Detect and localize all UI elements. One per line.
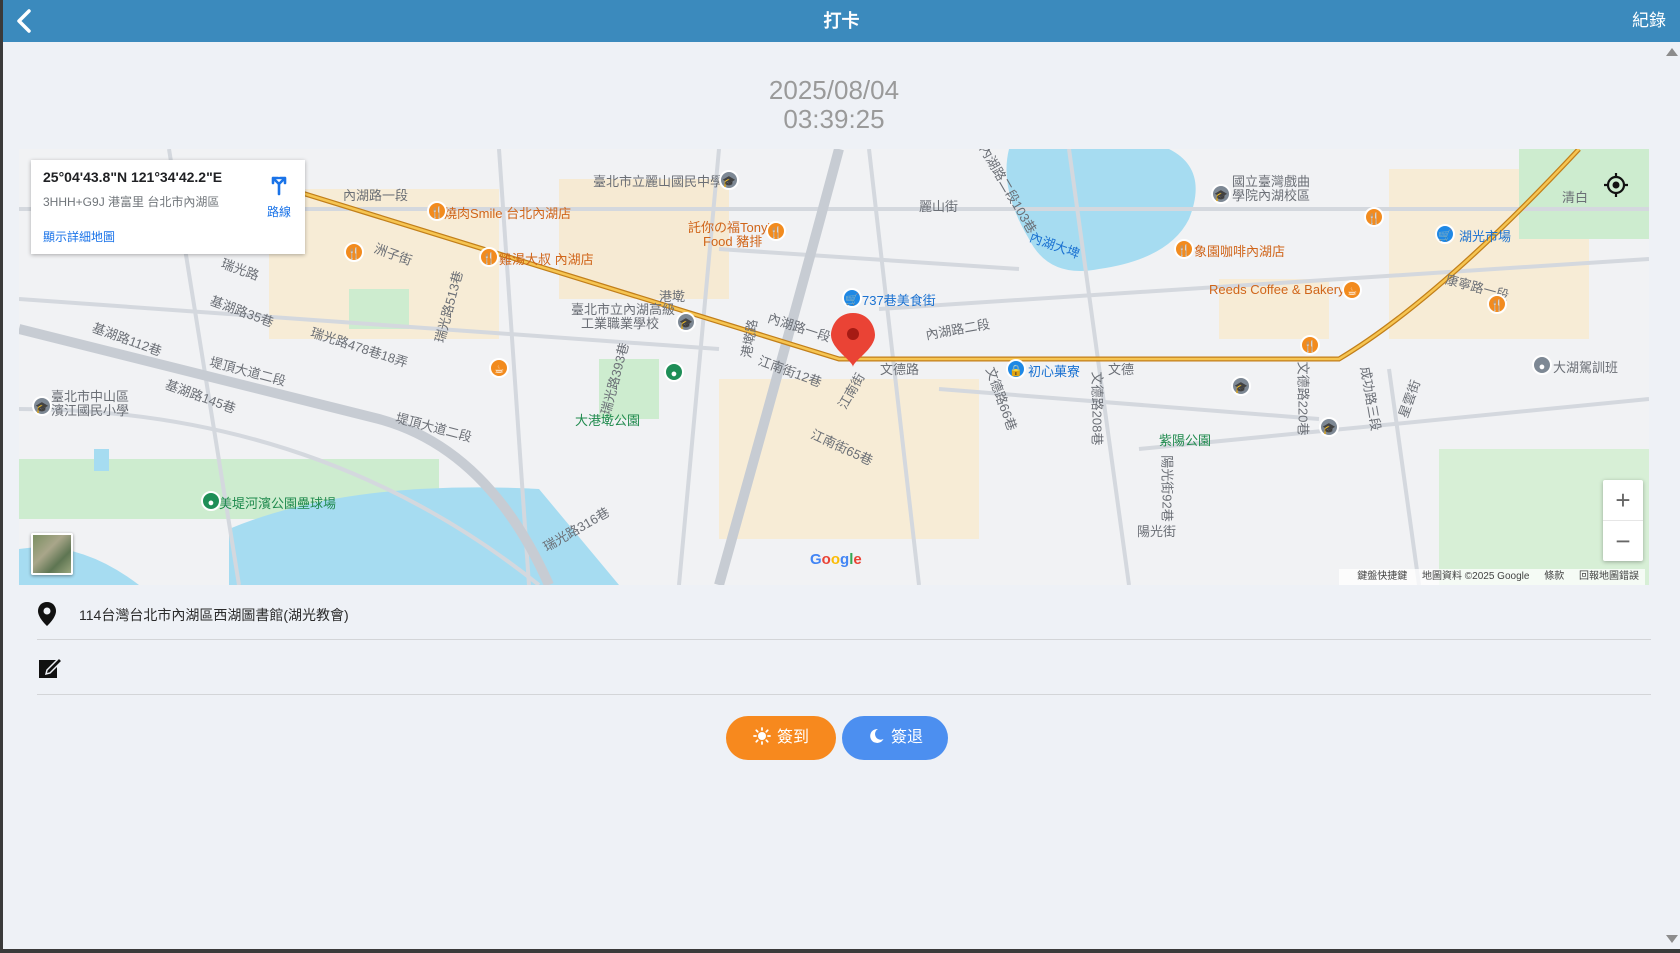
park-marker-icon[interactable]: ●	[664, 362, 684, 382]
school-marker-icon[interactable]: 🎓	[719, 170, 739, 190]
address-text: 114台灣台北市內湖區西湖圖書館(湖光教會)	[79, 607, 349, 623]
zoom-in-button[interactable]: +	[1603, 480, 1643, 521]
check-in-label: 簽到	[776, 729, 809, 746]
school-marker-icon[interactable]: 🎓	[1211, 184, 1231, 204]
google-logo: Google	[810, 551, 862, 568]
map-label-cafe: Reeds Coffee & Bakery	[1209, 282, 1345, 297]
vertical-scrollbar[interactable]	[1663, 42, 1680, 949]
edit-note-icon	[39, 656, 63, 678]
cafe-marker-icon[interactable]: ☕	[1342, 280, 1362, 300]
location-pin-icon	[38, 602, 56, 626]
map-label-area: 清白	[1562, 190, 1589, 205]
map-label-field: 美堤河濱公園壘球場	[219, 496, 337, 511]
map-label-road: 文德路220巷	[1295, 361, 1311, 436]
map-label-restaurant: 燒肉Smile 台北內湖店	[444, 206, 572, 221]
map-label-market: 湖光市場	[1459, 229, 1512, 244]
school-marker-icon[interactable]: ●	[1532, 355, 1552, 375]
restaurant-marker-icon[interactable]: 🍴	[1364, 207, 1384, 227]
map-label-road: 內湖路一段	[343, 188, 409, 203]
address-row: 114台灣台北市內湖區西湖圖書館(湖光教會)	[37, 597, 1651, 640]
terms-link[interactable]: 條款	[1544, 571, 1564, 582]
shop-marker-icon[interactable]: 🔒	[1006, 359, 1026, 379]
my-location-button[interactable]	[1601, 170, 1631, 200]
record-link[interactable]: 紀錄	[1632, 0, 1666, 42]
moon-icon	[870, 729, 884, 744]
map-label-road: 陽光街92巷	[1159, 455, 1175, 522]
cafe-marker-icon[interactable]: ☕	[489, 358, 509, 378]
map-label-road: 文德路	[880, 362, 920, 377]
sun-icon	[753, 727, 771, 746]
map-label-park: 紫陽公園	[1159, 433, 1212, 448]
note-input[interactable]	[37, 651, 1651, 695]
map-label-station: 文德	[1108, 362, 1135, 377]
school-marker-icon[interactable]: 🎓	[676, 312, 696, 332]
map-data-text: 地圖資料 ©2025 Google	[1422, 571, 1530, 582]
plus-code-text: 3HHH+G9J 港富里 台北市內湖區	[43, 195, 220, 209]
check-out-button[interactable]: 簽退	[842, 716, 948, 760]
map-label-school: 學院內湖校區	[1232, 188, 1311, 203]
restaurant-marker-icon[interactable]: 🍴	[479, 247, 499, 267]
map-label-road: 文德路208巷	[1089, 371, 1105, 446]
page-title: 打卡	[823, 11, 860, 31]
restaurant-marker-icon[interactable]: 🍴	[1300, 335, 1320, 355]
map-label-restaurant: Food 豬排	[703, 234, 763, 249]
park-marker-icon[interactable]: ●	[201, 491, 221, 511]
check-in-button[interactable]: 簽到	[726, 716, 836, 760]
current-time: 03:39:25	[783, 104, 885, 134]
map-label-food: 737巷美食街	[862, 293, 936, 308]
map-label-road: 陽光街	[1137, 524, 1177, 539]
map-view[interactable]: 內湖路一段 臺北市立麗山國民中學 國立臺灣戲曲 學院內湖校區 燒肉Smile 台…	[19, 149, 1649, 585]
restaurant-marker-icon[interactable]: 🍴	[427, 201, 447, 221]
restaurant-marker-icon[interactable]: 🍴	[1487, 294, 1507, 314]
map-label-school: 濱江國民小學	[51, 403, 130, 418]
map-label-school: 工業職業學校	[581, 316, 660, 331]
map-label-school: 大湖駕訓班	[1553, 360, 1619, 375]
map-label-school: 臺北市立麗山國民中學	[593, 174, 724, 189]
map-label-road: 麗山街	[919, 199, 959, 214]
app-window: 打卡 紀錄 2025/08/04 03:39:25 內湖路一段 臺北市立麗山國民…	[3, 0, 1680, 949]
view-larger-map-link[interactable]: 顯示詳細地圖	[43, 228, 115, 245]
satellite-layer-toggle[interactable]	[31, 533, 73, 575]
scroll-down-arrow-icon[interactable]	[1666, 935, 1678, 943]
check-out-label: 簽退	[890, 729, 923, 746]
zoom-control: + −	[1603, 480, 1643, 561]
restaurant-marker-icon[interactable]: 🍴	[1174, 239, 1194, 259]
restaurant-marker-icon[interactable]: 🍴	[766, 221, 786, 241]
school-marker-icon[interactable]: 🎓	[32, 396, 52, 416]
directions-icon	[271, 176, 287, 196]
coordinates-text: 25°04'43.8"N 121°34'42.2"E	[43, 169, 223, 185]
header-bar: 打卡 紀錄	[3, 0, 1680, 42]
report-error-link[interactable]: 回報地圖錯誤	[1579, 571, 1639, 582]
map-attribution: 鍵盤快捷鍵 地圖資料 ©2025 Google 條款 回報地圖錯誤	[1339, 569, 1645, 585]
market-marker-icon[interactable]: 🛒	[1435, 224, 1455, 244]
school-marker-icon[interactable]: 🎓	[1319, 417, 1339, 437]
scroll-up-arrow-icon[interactable]	[1666, 48, 1678, 56]
restaurant-marker-icon[interactable]: 🍴	[344, 242, 364, 262]
current-date: 2025/08/04	[768, 75, 900, 105]
map-label-restaurant: 雞湯大叔 內湖店	[499, 252, 594, 267]
shop-marker-icon[interactable]: 🛒	[842, 288, 862, 308]
directions-label: 路線	[266, 205, 291, 219]
keyboard-shortcuts-link[interactable]: 鍵盤快捷鍵	[1357, 571, 1407, 582]
school-marker-icon[interactable]: 🎓	[1231, 376, 1251, 396]
map-label-shop: 初心菓寮	[1028, 364, 1081, 379]
directions-button[interactable]: 路線	[259, 172, 299, 220]
zoom-out-button[interactable]: −	[1603, 521, 1643, 561]
crosshair-icon	[1604, 173, 1628, 197]
place-info-card: 25°04'43.8"N 121°34'42.2"E 3HHH+G9J 港富里 …	[31, 160, 305, 254]
map-label-restaurant: 象園咖啡內湖店	[1194, 244, 1286, 259]
